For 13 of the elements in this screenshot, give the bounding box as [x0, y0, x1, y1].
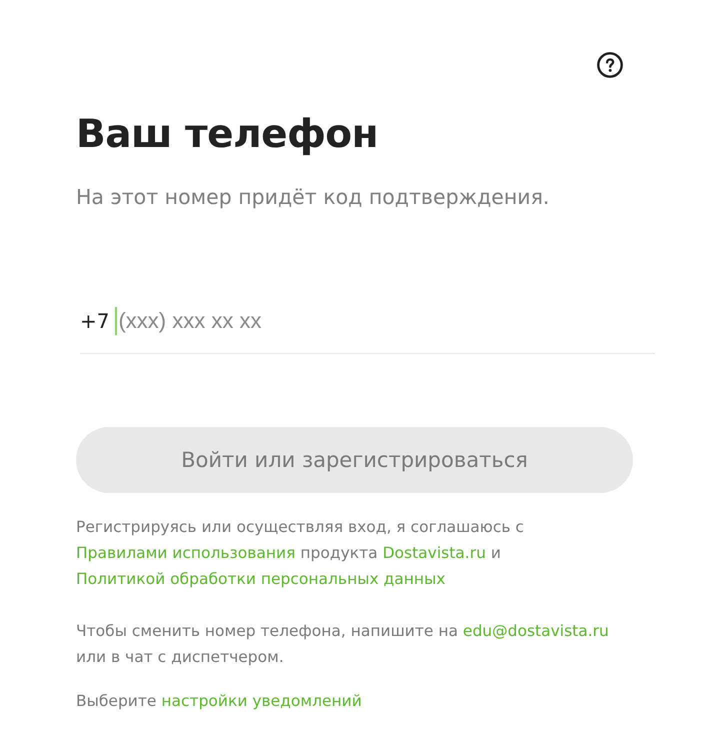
- text-link[interactable]: настройки уведомлений: [161, 692, 362, 710]
- notice-text: Чтобы сменить номер телефона, напишите на edu@dostavista.ru или в чат с диспетчером.: [76, 621, 610, 668]
- notice-text: Регистрируясь или осуществляя вход, я соглашаюсь с Правилами использования продукта Dostavista.ru и Политикой обработки персональных данных: [76, 517, 525, 590]
- text-link[interactable]: edu@dostavista.ru: [462, 622, 609, 640]
- country-code-prefix: +7: [80, 308, 110, 335]
- phone-input-field[interactable]: (xxx) xxx xx xx: [118, 307, 288, 335]
- notice-text: Выберите настройки уведомлений: [76, 691, 363, 712]
- text-link[interactable]: Dostavista.ru: [382, 544, 486, 562]
- subtitle-text: На этот номер придёт код подтверждения.: [76, 184, 550, 211]
- text-link[interactable]: Правилами использования: [76, 544, 296, 562]
- help-icon[interactable]: [597, 52, 623, 78]
- text-link[interactable]: Политикой обработки персональных данных: [76, 570, 446, 588]
- page-title: Ваш телефон: [76, 111, 380, 159]
